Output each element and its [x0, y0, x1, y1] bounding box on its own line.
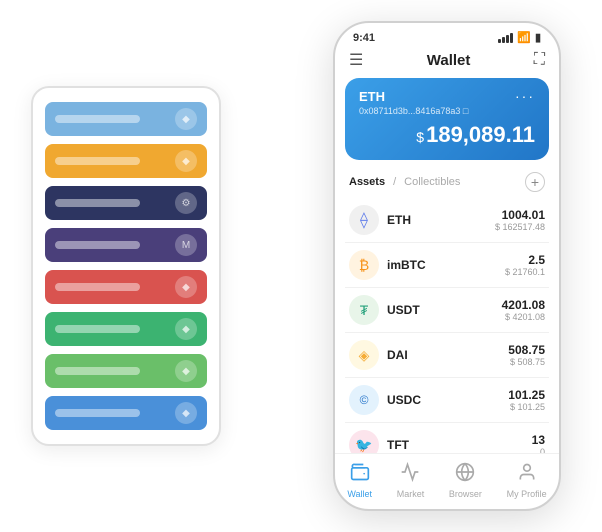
asset-amount-primary: 2.5 [505, 253, 545, 267]
bottom-nav-icon-market [400, 462, 420, 487]
bottom-nav: Wallet Market Browser My Profile [335, 453, 559, 509]
assets-header: Assets / Collectibles + [335, 168, 559, 198]
asset-icon: 🐦 [349, 430, 379, 453]
assets-tab-slash: / [393, 176, 396, 188]
card-item-icon: ⚙ [175, 192, 197, 214]
signal-icon [498, 33, 513, 43]
asset-amount-secondary: $ 4201.08 [502, 312, 545, 322]
eth-card-address: 0x08711d3b...8416a78a3 □ [359, 106, 535, 116]
assets-tab-active[interactable]: Assets [349, 176, 385, 188]
bottom-nav-item-browser[interactable]: Browser [449, 462, 482, 499]
card-item-icon: ◆ [175, 402, 197, 424]
asset-item[interactable]: © USDC101.25$ 101.25 [345, 378, 549, 423]
bottom-nav-item-market[interactable]: Market [397, 462, 425, 499]
asset-amount-primary: 508.75 [508, 343, 545, 357]
card-item[interactable]: M [45, 228, 207, 262]
eth-card: ETH ··· 0x08711d3b...8416a78a3 □ $189,08… [345, 78, 549, 160]
bottom-nav-item-wallet[interactable]: Wallet [347, 462, 372, 499]
assets-add-button[interactable]: + [525, 172, 545, 192]
card-item-text [55, 115, 140, 123]
phone: 9:41 📶 ▮ ☰ Wallet ⛶ ETH ··· 0x08711d3b..… [333, 21, 561, 511]
bottom-nav-icon-browser [455, 462, 475, 487]
card-stack: ◆ ◆ ⚙ M ◆ ◆ ◆ ◆ [31, 86, 221, 446]
card-item-icon: ◆ [175, 276, 197, 298]
card-item-text [55, 367, 140, 375]
top-nav: ☰ Wallet ⛶ [335, 48, 559, 78]
card-item[interactable]: ⚙ [45, 186, 207, 220]
asset-name: USDT [387, 303, 502, 317]
assets-tab-collectibles[interactable]: Collectibles [404, 176, 460, 188]
bottom-nav-label-market: Market [397, 489, 425, 499]
battery-icon: ▮ [535, 31, 541, 44]
eth-card-symbol: ETH [359, 89, 385, 104]
card-item-icon: ◆ [175, 360, 197, 382]
card-item-text [55, 199, 140, 207]
bottom-nav-label-wallet: Wallet [347, 489, 372, 499]
asset-name: ETH [387, 213, 495, 227]
card-item[interactable]: ◆ [45, 102, 207, 136]
asset-amounts: 101.25$ 101.25 [508, 388, 545, 412]
card-item-text [55, 157, 140, 165]
asset-item[interactable]: ⟠ ETH1004.01$ 162517.48 [345, 198, 549, 243]
asset-amount-secondary: $ 508.75 [508, 357, 545, 367]
card-item[interactable]: ◆ [45, 144, 207, 178]
bottom-nav-icon-my-profile [517, 462, 537, 487]
eth-card-dots[interactable]: ··· [515, 88, 535, 104]
card-item[interactable]: ◆ [45, 396, 207, 430]
card-item-text [55, 241, 140, 249]
asset-amount-secondary: $ 101.25 [508, 402, 545, 412]
eth-card-balance: $189,089.11 [359, 122, 535, 148]
asset-name: imBTC [387, 258, 505, 272]
asset-icon: ◈ [349, 340, 379, 370]
status-bar: 9:41 📶 ▮ [335, 23, 559, 48]
asset-icon: ₮ [349, 295, 379, 325]
asset-item[interactable]: 🐦 TFT130 [345, 423, 549, 453]
menu-icon[interactable]: ☰ [349, 50, 363, 70]
card-item-icon: ◆ [175, 108, 197, 130]
scene: ◆ ◆ ⚙ M ◆ ◆ ◆ ◆ 9:41 📶 ▮ ☰ Wallet ⛶ ETH ··· [11, 11, 591, 521]
asset-name: USDC [387, 393, 508, 407]
wifi-icon: 📶 [517, 31, 531, 44]
assets-tabs: Assets / Collectibles [349, 176, 460, 188]
card-item-icon: ◆ [175, 150, 197, 172]
asset-amount-primary: 13 [532, 433, 545, 447]
card-item-icon: M [175, 234, 197, 256]
asset-name: TFT [387, 438, 532, 452]
asset-item[interactable]: ◈ DAI508.75$ 508.75 [345, 333, 549, 378]
asset-amount-secondary: $ 162517.48 [495, 222, 545, 232]
time: 9:41 [353, 32, 375, 44]
asset-amounts: 4201.08$ 4201.08 [502, 298, 545, 322]
card-item[interactable]: ◆ [45, 312, 207, 346]
scan-icon[interactable]: ⛶ [534, 51, 545, 69]
asset-amount-primary: 1004.01 [495, 208, 545, 222]
card-item-text [55, 409, 140, 417]
nav-title: Wallet [427, 52, 471, 69]
asset-icon: ⟠ [349, 205, 379, 235]
bottom-nav-label-browser: Browser [449, 489, 482, 499]
asset-icon: © [349, 385, 379, 415]
asset-name: DAI [387, 348, 508, 362]
asset-amount-primary: 4201.08 [502, 298, 545, 312]
card-item[interactable]: ◆ [45, 270, 207, 304]
bottom-nav-item-my-profile[interactable]: My Profile [507, 462, 547, 499]
asset-list: ⟠ ETH1004.01$ 162517.48 ₿ imBTC2.5$ 21760.1… [335, 198, 559, 453]
asset-icon: ₿ [349, 250, 379, 280]
card-item[interactable]: ◆ [45, 354, 207, 388]
card-item-icon: ◆ [175, 318, 197, 340]
asset-amounts: 508.75$ 508.75 [508, 343, 545, 367]
card-item-text [55, 283, 140, 291]
asset-item[interactable]: ₮ USDT4201.08$ 4201.08 [345, 288, 549, 333]
asset-amounts: 2.5$ 21760.1 [505, 253, 545, 277]
status-icons: 📶 ▮ [498, 31, 541, 44]
bottom-nav-icon-wallet [350, 462, 370, 487]
asset-item[interactable]: ₿ imBTC2.5$ 21760.1 [345, 243, 549, 288]
bottom-nav-label-my-profile: My Profile [507, 489, 547, 499]
asset-amounts: 1004.01$ 162517.48 [495, 208, 545, 232]
asset-amount-secondary: $ 21760.1 [505, 267, 545, 277]
card-item-text [55, 325, 140, 333]
asset-amount-primary: 101.25 [508, 388, 545, 402]
asset-amounts: 130 [532, 433, 545, 453]
